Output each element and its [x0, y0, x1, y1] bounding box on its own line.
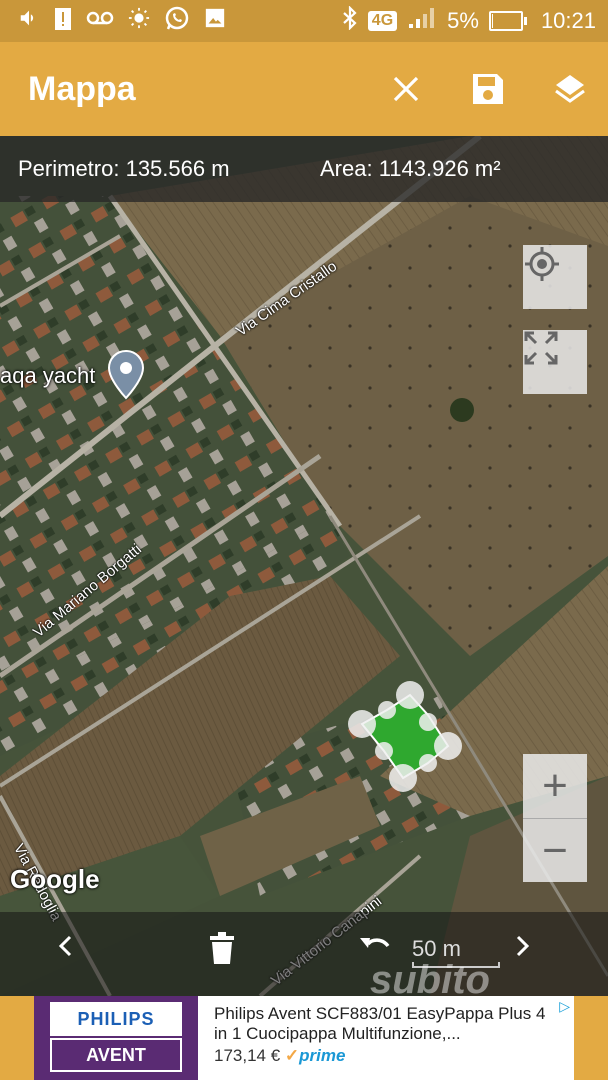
fit-bounds-button[interactable]: [523, 330, 587, 394]
map-view[interactable]: Perimetro: 135.566 m Area: 1143.926 m² a…: [0, 136, 608, 996]
perimeter-readout: Perimetro: 135.566 m: [18, 156, 230, 181]
image-icon: [204, 7, 226, 35]
measure-bar: Perimetro: 135.566 m Area: 1143.926 m²: [0, 136, 608, 202]
ad-brand-top: PHILIPS: [50, 1002, 182, 1036]
status-bar: 4G 5% 10:21: [0, 0, 608, 42]
ad-choices-icon[interactable]: ▷: [559, 998, 570, 1015]
ad-brand-logo: PHILIPS AVENT: [34, 996, 198, 1080]
bluetooth-icon: [342, 5, 358, 36]
zoom-in-button[interactable]: +: [523, 754, 587, 818]
layers-icon: [555, 75, 585, 103]
voicemail-icon: [86, 8, 114, 34]
ad-price: 173,14 €: [214, 1046, 281, 1065]
battery-level-fill: [491, 14, 494, 28]
ad-title: Philips Avent SCF883/01 EasyPappa Plus 4…: [214, 1004, 546, 1043]
chevron-left-icon: [58, 935, 72, 957]
ad-brand-bottom: AVENT: [50, 1038, 182, 1072]
google-attribution: Google: [10, 864, 100, 894]
layers-button[interactable]: [550, 69, 590, 109]
prime-label: prime: [299, 1046, 346, 1065]
ad-price-row: 173,14 € ✓prime: [214, 1046, 345, 1066]
app-bar: Mappa: [0, 42, 608, 136]
brightness-icon: [128, 7, 150, 35]
expand-icon: [524, 331, 558, 365]
close-button[interactable]: [386, 69, 426, 109]
chevron-right-icon: [516, 935, 530, 957]
place-label: aqa yacht: [0, 363, 96, 388]
area-readout: Area: 1143.926 m²: [320, 156, 501, 181]
zoom-controls: + −: [523, 754, 587, 882]
close-icon: [393, 76, 419, 102]
whatsapp-icon: [164, 5, 190, 37]
delete-button[interactable]: [208, 932, 248, 972]
prime-check-icon: ✓: [284, 1046, 300, 1065]
ad-banner: PHILIPS AVENT Philips Avent SCF883/01 Ea…: [0, 996, 608, 1080]
save-icon: [473, 74, 503, 104]
my-location-button[interactable]: [523, 245, 587, 309]
save-button[interactable]: [468, 69, 508, 109]
battery-percent: 5%: [447, 8, 479, 33]
volume-icon: [18, 7, 40, 35]
battery-alert-icon: [54, 5, 72, 37]
zoom-out-button[interactable]: −: [523, 819, 587, 883]
network-type-badge: 4G: [367, 11, 398, 31]
previous-button[interactable]: [56, 934, 96, 974]
next-button[interactable]: [512, 934, 552, 974]
signal-icon: [407, 6, 437, 36]
ad-content[interactable]: PHILIPS AVENT Philips Avent SCF883/01 Ea…: [34, 996, 574, 1080]
battery-icon: [488, 11, 527, 31]
page-title: Mappa: [28, 69, 136, 108]
crosshair-icon: [525, 247, 559, 281]
clock: 10:21: [540, 8, 596, 33]
delete-icon: [210, 932, 234, 964]
bottom-toolbar: 50 m: [0, 912, 608, 996]
